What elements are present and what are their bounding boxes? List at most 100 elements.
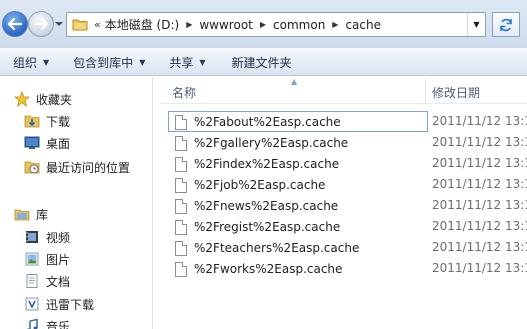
chevron-down-icon: ▼ bbox=[473, 20, 480, 29]
crumb-cache[interactable]: cache bbox=[345, 18, 381, 32]
sidebar-item-pictures[interactable]: 图片 bbox=[24, 249, 70, 269]
column-header-name[interactable]: 名称 bbox=[172, 84, 196, 101]
file-row[interactable]: %2Fjob%2Easp.cache 2011/11/12 13:16 bbox=[168, 174, 527, 195]
file-name-cell[interactable]: %2Fworks%2Easp.cache bbox=[168, 258, 428, 279]
share-button[interactable]: 共享 ▼ bbox=[169, 49, 205, 75]
file-row[interactable]: %2Fnews%2Easp.cache 2011/11/12 13:16 bbox=[168, 195, 527, 216]
sidebar-item-label: 音乐 bbox=[46, 319, 71, 329]
address-bar-row: « 本地磁盘 (D:) ▶ wwwroot ▶ common ▶ cache ▼ bbox=[0, 0, 527, 48]
include-in-library-label: 包含到库中 bbox=[73, 55, 134, 70]
file-row[interactable]: %2Fgallery%2Easp.cache 2011/11/12 13:16 bbox=[168, 132, 527, 153]
file-name: %2Fregist%2Easp.cache bbox=[194, 220, 341, 234]
breadcrumb-separator-icon[interactable]: ▶ bbox=[260, 20, 266, 29]
include-in-library-button[interactable]: 包含到库中 ▼ bbox=[73, 49, 145, 75]
recent-pages-chevron-down-icon[interactable] bbox=[55, 20, 63, 28]
file-row[interactable]: %2Fabout%2Easp.cache 2011/11/12 13:16 bbox=[168, 111, 527, 132]
folder-icon bbox=[72, 19, 88, 31]
new-folder-button[interactable]: 新建文件夹 bbox=[232, 49, 292, 75]
sidebar-item-videos[interactable]: 视频 bbox=[24, 227, 70, 247]
file-name-cell[interactable]: %2Fregist%2Easp.cache bbox=[168, 216, 428, 237]
sidebar-item-label: 图片 bbox=[46, 252, 71, 267]
sidebar-item-label: 下载 bbox=[46, 114, 71, 129]
file-name-cell[interactable]: %2Fjob%2Easp.cache bbox=[168, 174, 428, 195]
crumb-common[interactable]: common bbox=[273, 18, 325, 32]
sidebar-item-desktop[interactable]: 桌面 bbox=[24, 133, 70, 153]
file-icon bbox=[175, 115, 187, 130]
command-toolbar: 组织 ▼ 包含到库中 ▼ 共享 ▼ 新建文件夹 bbox=[0, 48, 527, 76]
organize-label: 组织 bbox=[13, 55, 38, 70]
desktop-icon bbox=[24, 136, 40, 149]
file-name-cell[interactable]: %2Fteachers%2Easp.cache bbox=[168, 237, 428, 258]
file-icon bbox=[175, 136, 187, 151]
file-name: %2Fjob%2Easp.cache bbox=[194, 178, 326, 192]
file-icon bbox=[175, 199, 187, 214]
file-icon bbox=[175, 262, 187, 277]
sidebar-item-downloads[interactable]: 下载 bbox=[24, 111, 70, 131]
file-modified: 2011/11/12 13:16 bbox=[432, 114, 527, 128]
file-name: %2Findex%2Easp.cache bbox=[194, 157, 340, 171]
breadcrumb-separator-icon[interactable]: ▶ bbox=[186, 20, 192, 29]
sidebar-item-label: 迅雷下载 bbox=[46, 297, 95, 312]
file-row[interactable]: %2Fworks%2Easp.cache 2011/11/12 13:16 bbox=[168, 258, 527, 279]
column-header-modified[interactable]: 修改日期 bbox=[432, 84, 480, 101]
file-name: %2Fteachers%2Easp.cache bbox=[194, 241, 360, 255]
file-modified: 2011/11/12 13:16 bbox=[432, 198, 527, 212]
address-box[interactable]: « 本地磁盘 (D:) ▶ wwwroot ▶ common ▶ cache ▼ bbox=[66, 12, 486, 37]
sidebar-item-label: 最近访问的位置 bbox=[46, 160, 131, 175]
file-modified: 2011/11/12 13:16 bbox=[432, 135, 527, 149]
file-row[interactable]: %2Findex%2Easp.cache 2011/11/12 13:16 bbox=[168, 153, 527, 174]
refresh-button[interactable] bbox=[492, 12, 520, 37]
share-label: 共享 bbox=[169, 55, 194, 70]
chevron-down-icon: ▼ bbox=[139, 57, 146, 67]
downloads-folder-icon bbox=[24, 115, 40, 128]
file-modified: 2011/11/12 13:16 bbox=[432, 240, 527, 254]
sort-chevron-up-icon: ▲ bbox=[291, 77, 298, 86]
organize-button[interactable]: 组织 ▼ bbox=[13, 49, 49, 75]
documents-library-icon bbox=[26, 274, 38, 288]
column-divider[interactable] bbox=[425, 78, 426, 104]
sidebar-item-libraries[interactable]: 库 bbox=[14, 204, 48, 224]
star-icon bbox=[14, 91, 30, 107]
pictures-library-icon bbox=[25, 252, 39, 266]
address-history-dropdown[interactable]: ▼ bbox=[467, 13, 485, 36]
library-icon bbox=[14, 209, 30, 221]
breadcrumb-separator-icon[interactable]: ▶ bbox=[332, 20, 338, 29]
file-name-cell[interactable]: %2Fabout%2Easp.cache bbox=[168, 111, 428, 132]
file-row[interactable]: %2Fteachers%2Easp.cache 2011/11/12 13:16 bbox=[168, 237, 527, 258]
file-name-cell[interactable]: %2Findex%2Easp.cache bbox=[168, 153, 428, 174]
crumb-drive[interactable]: 本地磁盘 (D:) bbox=[105, 16, 179, 33]
file-row[interactable]: %2Fregist%2Easp.cache 2011/11/12 13:16 bbox=[168, 216, 527, 237]
sidebar-item-documents[interactable]: 文档 bbox=[24, 271, 70, 291]
crumb-wwwroot[interactable]: wwwroot bbox=[199, 18, 253, 32]
file-name-cell[interactable]: %2Fnews%2Easp.cache bbox=[168, 195, 428, 216]
back-arrow-icon bbox=[8, 18, 22, 30]
sidebar-item-label: 桌面 bbox=[46, 136, 71, 151]
sidebar-item-label: 库 bbox=[36, 207, 49, 222]
file-icon bbox=[175, 178, 187, 193]
refresh-icon bbox=[500, 18, 512, 31]
xunlei-folder-icon bbox=[25, 297, 39, 311]
file-modified: 2011/11/12 13:16 bbox=[432, 261, 527, 275]
new-folder-label: 新建文件夹 bbox=[231, 55, 292, 70]
file-name: %2Fabout%2Easp.cache bbox=[194, 115, 341, 129]
sidebar-item-label: 文档 bbox=[46, 274, 71, 289]
back-button[interactable] bbox=[2, 11, 28, 37]
sidebar-item-label: 视频 bbox=[46, 230, 71, 245]
navigation-pane: 收藏夹 下载 桌面 最近访问的位置 库 视频 图片 文档 迅雷下载 音乐 bbox=[0, 77, 153, 329]
file-name: %2Fnews%2Easp.cache bbox=[194, 199, 339, 213]
column-header-row: ▲ 名称 修改日期 bbox=[160, 77, 527, 104]
sidebar-item-xunlei-downloads[interactable]: 迅雷下载 bbox=[24, 294, 94, 314]
recent-places-icon bbox=[24, 161, 40, 174]
forward-button[interactable] bbox=[28, 11, 54, 37]
sidebar-item-recent-places[interactable]: 最近访问的位置 bbox=[24, 157, 130, 177]
file-name-cell[interactable]: %2Fgallery%2Easp.cache bbox=[168, 132, 428, 153]
chevron-down-icon: ▼ bbox=[43, 57, 50, 67]
file-name: %2Fworks%2Easp.cache bbox=[194, 262, 343, 276]
forward-arrow-icon bbox=[34, 18, 48, 30]
file-modified: 2011/11/12 13:16 bbox=[432, 177, 527, 191]
sidebar-item-music[interactable]: 音乐 bbox=[24, 316, 70, 329]
sidebar-item-favorites[interactable]: 收藏夹 bbox=[14, 89, 72, 109]
file-icon bbox=[175, 220, 187, 235]
file-icon bbox=[175, 157, 187, 172]
address-overflow-chevron[interactable]: « bbox=[94, 18, 101, 31]
